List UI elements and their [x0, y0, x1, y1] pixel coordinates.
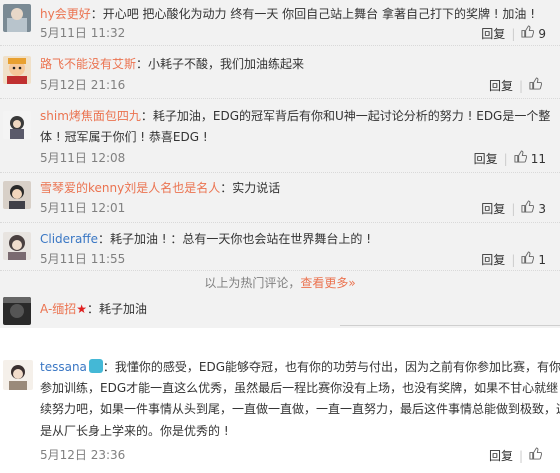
comment-time: 5月12日 21:16 — [40, 78, 126, 92]
comment-item: Clideraffe：耗子加油 ! ：总有一天你也会站在世界舞台上的 ! 5月1… — [0, 223, 560, 271]
divider: | — [518, 78, 523, 93]
comment-actions: 回复 | 1 — [481, 250, 546, 269]
like-count: 9 — [538, 26, 546, 41]
comment-item: shim烤焦面包四九：耗子加油，EDG的冠军背后有你和U神一起讨论分析的努力 !… — [0, 99, 560, 173]
comment-text-line: A-缅招★：耗子加油 — [40, 298, 546, 320]
comment-time: 5月11日 12:01 — [40, 201, 126, 215]
like-button[interactable] — [521, 199, 538, 218]
comment-time: 5月11日 12:08 — [40, 151, 126, 165]
comment-item: A-缅招★：耗子加油 — [0, 295, 560, 325]
reply-button[interactable]: 回复 — [481, 25, 505, 43]
like-button[interactable] — [514, 149, 531, 168]
comment-body: 参加训练，EDG才能一直这么优秀，虽然最后一程比赛你没有上场，也没有奖牌，如果不… — [40, 381, 559, 395]
reply-button[interactable]: 回复 — [489, 447, 513, 465]
comment-actions: 回复 | — [489, 446, 546, 465]
comment-time: 5月11日 11:32 — [40, 26, 126, 40]
like-button[interactable] — [521, 24, 538, 43]
comment-item: 路飞不能没有艾斯：小耗子不酸，我们加油练起来 5月12日 21:16 回复 | — [0, 46, 560, 99]
avatar[interactable] — [3, 232, 31, 260]
comment-text-line: 雪琴爱的kenny刘是人名也是名人：实力说话 — [40, 177, 546, 199]
comment-text-line: 续努力吧，如果一件事情从头到尾，一直做一直做，一直一直努力，最后这件事情总能做到… — [40, 398, 560, 420]
like-button[interactable] — [529, 76, 546, 95]
like-button[interactable] — [529, 446, 546, 465]
reply-button[interactable]: 回复 — [481, 200, 505, 218]
comment-username[interactable]: tessana — [40, 360, 87, 374]
comment-actions: 回复 | 11 — [474, 149, 546, 168]
thumbs-up-icon — [529, 446, 543, 460]
comment-username[interactable]: A-缅招 — [40, 302, 76, 316]
comment-actions: 回复 | 3 — [481, 199, 546, 218]
like-count: 11 — [530, 151, 546, 166]
comment-username[interactable]: shim烤焦面包四九 — [40, 109, 141, 123]
comment-meta: 5月12日 23:36 回复 | — [40, 446, 546, 464]
comment-body: ：耗子加油，EDG的冠军背后有你和U神一起讨论分析的努力 ! EDG是一个整 — [140, 109, 551, 123]
avatar[interactable] — [3, 111, 31, 139]
camera-badge-icon — [88, 359, 103, 373]
thumbs-up-icon — [529, 76, 543, 90]
comment-username[interactable]: Clideraffe — [40, 232, 98, 246]
comment-text-line: hy会更好：开心吧 把心酸化为动力 终有一天 你回自己站上舞台 拿著自己打下的奖… — [40, 3, 546, 25]
comment-text-line: 体 ! 冠军属于你们 ! 恭喜EDG ! — [40, 126, 546, 148]
avatar[interactable] — [3, 56, 31, 84]
comment-username[interactable]: 路飞不能没有艾斯 — [40, 57, 136, 71]
avatar[interactable] — [3, 181, 31, 209]
comment-body: 体 ! 冠军属于你们 ! 恭喜EDG ! — [40, 130, 208, 144]
comment-body: ：我懂你的感受，EDG能够夺冠，也有你的功劳与付出，因为之前有你参加比赛，有你 — [102, 360, 560, 374]
comment-body: 是从厂长身上学来的。你是优秀的 ! — [40, 424, 229, 438]
comment-time: 5月11日 11:55 — [40, 252, 126, 266]
avatar[interactable] — [3, 360, 33, 390]
comment-text-line: shim烤焦面包四九：耗子加油，EDG的冠军背后有你和U神一起讨论分析的努力 !… — [40, 105, 550, 127]
divider: | — [511, 201, 516, 216]
comment-meta: 5月12日 21:16 回复 | — [40, 76, 546, 94]
like-count: 1 — [538, 252, 546, 267]
comment-body: ：耗子加油 ! ：总有一天你也会站在世界舞台上的 ! — [97, 232, 372, 246]
comment-actions: 回复 | 9 — [481, 24, 546, 43]
comment-text-line: Clideraffe：耗子加油 ! ：总有一天你也会站在世界舞台上的 ! — [40, 228, 546, 250]
divider: | — [511, 26, 516, 41]
comment-body: ：开心吧 把心酸化为动力 终有一天 你回自己站上舞台 拿著自己打下的奖牌 ! 加… — [90, 7, 536, 21]
divider: | — [518, 448, 523, 463]
hot-comments-note: 以上为热门评论， — [204, 276, 301, 290]
comment-text-line: 是从厂长身上学来的。你是优秀的 ! — [40, 420, 546, 442]
like-button[interactable] — [521, 250, 538, 269]
comment-item: tessana ：我懂你的感受，EDG能够夺冠，也有你的功劳与付出，因为之前有你参… — [0, 350, 560, 473]
star-badge-icon: ★ — [76, 302, 88, 316]
comment-meta: 5月11日 12:08 回复 | 11 — [40, 149, 546, 167]
comment-actions: 回复 | — [489, 76, 546, 95]
divider: | — [503, 151, 508, 166]
reply-button[interactable]: 回复 — [474, 150, 498, 168]
comment-body: ：耗子加油 — [87, 302, 148, 316]
comment-text-line: 路飞不能没有艾斯：小耗子不酸，我们加油练起来 — [40, 53, 546, 75]
like-count: 3 — [538, 201, 546, 216]
comment-meta: 5月11日 12:01 回复 | 3 — [40, 199, 546, 217]
comment-meta: 5月11日 11:32 回复 | 9 — [40, 24, 546, 42]
avatar[interactable] — [3, 4, 31, 32]
thumbs-up-icon — [514, 149, 527, 163]
divider: | — [511, 252, 516, 267]
divider — [340, 325, 560, 326]
thumbs-up-icon — [521, 24, 535, 38]
comment-meta: 5月11日 11:55 回复 | 1 — [40, 250, 546, 268]
avatar[interactable] — [3, 297, 31, 325]
comment-username[interactable]: hy会更好 — [40, 7, 91, 21]
comment-username[interactable]: 雪琴爱的kenny刘是人名也是名人 — [40, 181, 220, 195]
comment-time: 5月12日 23:36 — [40, 448, 126, 462]
hot-comments-footer: 以上为热门评论，查看更多» — [0, 273, 560, 293]
thumbs-up-icon — [521, 199, 535, 213]
comment-text-line: tessana ：我懂你的感受，EDG能够夺冠，也有你的功劳与付出，因为之前有你参… — [40, 356, 560, 378]
reply-button[interactable]: 回复 — [489, 77, 513, 95]
thumbs-up-icon — [521, 250, 535, 264]
comment-body: ：实力说话 — [220, 181, 281, 195]
comment-item: hy会更好：开心吧 把心酸化为动力 终有一天 你回自己站上舞台 拿著自己打下的奖… — [0, 0, 560, 46]
comment-body: ：小耗子不酸，我们加油练起来 — [136, 57, 305, 71]
comment-item: 雪琴爱的kenny刘是人名也是名人：实力说话 5月11日 12:01 回复 | 3 — [0, 173, 560, 223]
reply-button[interactable]: 回复 — [481, 251, 505, 269]
comment-body: 续努力吧，如果一件事情从头到尾，一直做一直做，一直一直努力，最后这件事情总能做到… — [40, 402, 560, 416]
comment-text-line: 参加训练，EDG才能一直这么优秀，虽然最后一程比赛你没有上场，也没有奖牌，如果不… — [40, 377, 558, 399]
view-more-link[interactable]: 查看更多» — [300, 276, 355, 290]
